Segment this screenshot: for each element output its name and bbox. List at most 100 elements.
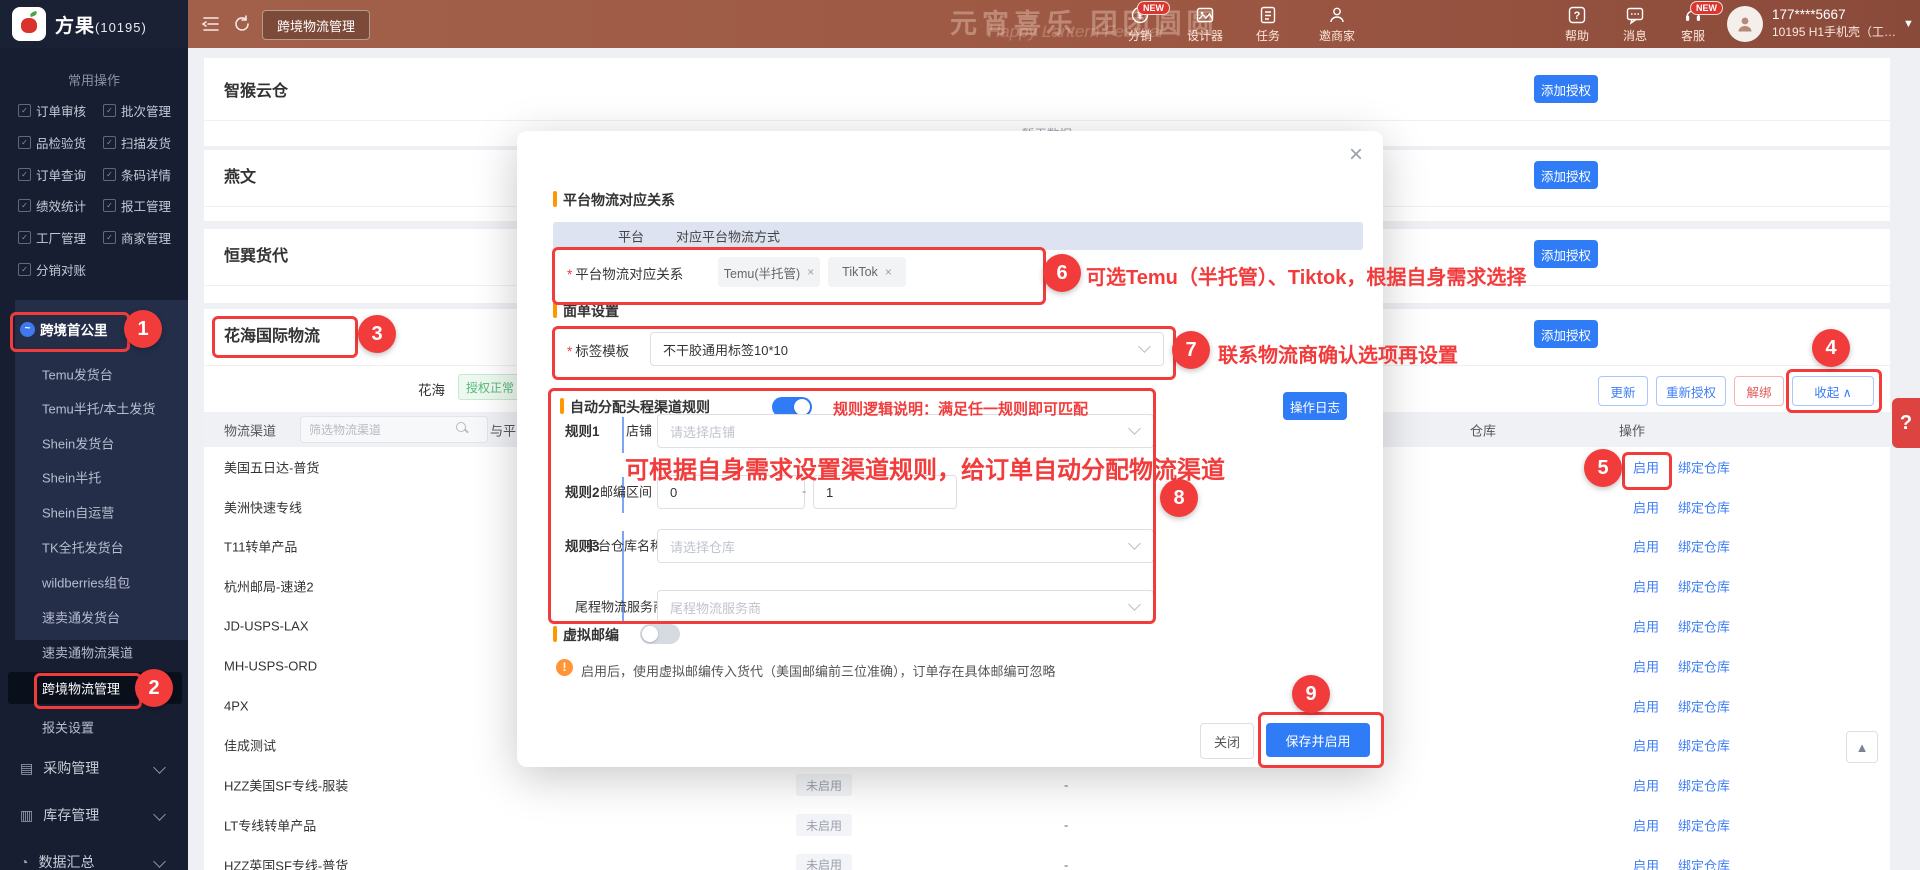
sidebar-item-速卖通发货台[interactable]: 速卖通发货台 xyxy=(42,608,120,627)
quick-op-扫描发货[interactable]: ✓ 扫描发货 xyxy=(103,133,171,152)
bind-warehouse-link[interactable]: 绑定仓库 xyxy=(1678,537,1730,556)
help-tab[interactable]: ? xyxy=(1892,398,1920,448)
col-warehouse: 仓库 xyxy=(1470,423,1497,438)
image-icon xyxy=(1177,5,1233,25)
enable-link[interactable]: 启用 xyxy=(1633,656,1659,675)
sidebar-item-Temu发货台[interactable]: Temu发货台 xyxy=(42,365,113,384)
bind-warehouse-link[interactable]: 绑定仓库 xyxy=(1678,816,1730,835)
account-button-重新授权[interactable]: 重新授权 xyxy=(1656,376,1726,406)
quick-op-绩效统计[interactable]: ✓ 绩效统计 xyxy=(18,196,86,215)
add-auth-button[interactable]: 添加授权 xyxy=(1534,75,1598,103)
enable-link[interactable]: 启用 xyxy=(1633,497,1659,516)
user-menu-caret-icon[interactable]: ▼ xyxy=(1903,18,1914,30)
shop-select[interactable]: 请选择店铺 xyxy=(657,414,1154,448)
quick-op-订单审核[interactable]: ✓ 订单审核 xyxy=(18,101,86,120)
account-button-收起[interactable]: 收起 ∧ xyxy=(1792,376,1874,406)
sidebar-item-wildberries组包[interactable]: wildberries组包 xyxy=(42,573,130,592)
tag-remove-icon[interactable]: × xyxy=(807,265,814,279)
quick-op-分销对账[interactable]: ✓ 分销对账 xyxy=(18,260,86,279)
rule1-label: 规则1 xyxy=(565,424,600,439)
sidebar-group-数据汇总[interactable]: ◔ 数据汇总 xyxy=(0,845,188,870)
nav-item-label: 帮助 xyxy=(1564,29,1589,43)
required-star: * xyxy=(567,267,573,282)
bind-warehouse-link[interactable]: 绑定仓库 xyxy=(1678,776,1730,795)
nav-item-分销[interactable]: ¥ 分销 NEW xyxy=(1112,1,1170,44)
bind-warehouse-link[interactable]: 绑定仓库 xyxy=(1678,497,1730,516)
warehouse-select[interactable]: 请选择仓库 xyxy=(657,529,1154,563)
sidebar-group-库存管理[interactable]: ▥ 库存管理 xyxy=(0,798,188,832)
enable-link[interactable]: 启用 xyxy=(1633,617,1659,636)
bind-warehouse-link[interactable]: 绑定仓库 xyxy=(1678,736,1730,755)
bind-warehouse-link[interactable]: 绑定仓库 xyxy=(1678,577,1730,596)
bind-warehouse-link[interactable]: 绑定仓库 xyxy=(1678,617,1730,636)
account-button-解绑[interactable]: 解绑 xyxy=(1734,376,1784,406)
enable-link[interactable]: 启用 xyxy=(1633,696,1659,715)
sidebar-item-报关设置[interactable]: 报关设置 xyxy=(42,718,94,737)
sidebar-item-Shein发货台[interactable]: Shein发货台 xyxy=(42,434,114,453)
tag-temu[interactable]: Temu(半托管) × xyxy=(718,257,820,287)
nav-item-邀商家[interactable]: 邀商家 xyxy=(1309,5,1365,44)
modal-close-icon[interactable]: × xyxy=(1349,141,1363,169)
quick-op-条码详情[interactable]: ✓ 条码详情 xyxy=(103,165,171,184)
enable-link[interactable]: 启用 xyxy=(1633,855,1659,870)
quick-op-工厂管理[interactable]: ✓ 工厂管理 xyxy=(18,228,86,247)
col-action: 操作 xyxy=(1619,423,1646,438)
platform-mapping-label-text: 平台物流对应关系 xyxy=(575,267,684,282)
modal-close-button[interactable]: 关闭 xyxy=(1200,723,1254,759)
top-bar: 元宵喜乐 团团圆圆 Happy Lantern Festival 方果(1019… xyxy=(0,0,1920,48)
nav-item-客服[interactable]: 客服 NEW xyxy=(1665,1,1723,44)
rule2-label: 规则2 xyxy=(565,485,600,500)
nav-item-设计器[interactable]: 设计器 xyxy=(1177,5,1233,44)
col-channel: 物流渠道 xyxy=(224,423,277,438)
quick-op-商家管理[interactable]: ✓ 商家管理 xyxy=(103,228,171,247)
bind-warehouse-link[interactable]: 绑定仓库 xyxy=(1678,656,1730,675)
sidebar-item-Shein自运营[interactable]: Shein自运营 xyxy=(42,503,114,522)
save-and-enable-button[interactable]: 保存并启用 xyxy=(1266,723,1370,757)
add-auth-label: 添加授权 xyxy=(1540,328,1591,343)
nav-item-任务[interactable]: 任务 xyxy=(1240,5,1296,44)
account-button-更新[interactable]: 更新 xyxy=(1598,376,1648,406)
rule1-field-label: 店铺 xyxy=(626,423,653,439)
refresh-icon[interactable] xyxy=(231,13,253,35)
collapse-sidebar-icon[interactable] xyxy=(200,13,222,35)
add-auth-button[interactable]: 添加授权 xyxy=(1534,161,1598,189)
tag-remove-icon[interactable]: × xyxy=(885,265,892,279)
enable-link[interactable]: 启用 xyxy=(1633,736,1659,755)
add-auth-button[interactable]: 添加授权 xyxy=(1534,320,1598,348)
new-badge: NEW xyxy=(1137,1,1170,15)
bind-warehouse-link[interactable]: 绑定仓库 xyxy=(1678,855,1730,870)
back-to-top-button[interactable]: ▲ xyxy=(1846,731,1878,763)
help-tab-label: ? xyxy=(1899,411,1913,434)
sidebar-item-跨境物流管理[interactable]: 跨境物流管理 xyxy=(42,679,120,698)
last-mile-select[interactable]: 尾程物流服务商 xyxy=(657,590,1154,624)
tag-tiktok[interactable]: TikTok × xyxy=(828,257,906,287)
tab-cross-border-logistics[interactable]: 跨境物流管理 xyxy=(262,10,371,40)
nav-item-帮助[interactable]: ? 帮助 xyxy=(1549,5,1605,44)
operation-log-button[interactable]: 操作日志 xyxy=(1283,392,1347,420)
sidebar-item-TK全托发货台[interactable]: TK全托发货台 xyxy=(42,538,124,557)
virtual-zip-toggle[interactable] xyxy=(640,624,680,644)
sidebar-group-first-mile[interactable]: 跨境首公里 xyxy=(40,319,108,339)
user-info[interactable]: 177****5667 10195 H1手机壳（工厂演... xyxy=(1772,6,1900,40)
quick-op-批次管理[interactable]: ✓ 批次管理 xyxy=(103,101,171,120)
sidebar-item-速卖通物流渠道[interactable]: 速卖通物流渠道 xyxy=(42,643,133,662)
bind-warehouse-link[interactable]: 绑定仓库 xyxy=(1678,457,1730,476)
quick-op-品检验货[interactable]: ✓ 品检验货 xyxy=(18,133,86,152)
quick-op-报工管理[interactable]: ✓ 报工管理 xyxy=(103,196,171,215)
enable-link[interactable]: 启用 xyxy=(1633,776,1659,795)
add-auth-button[interactable]: 添加授权 xyxy=(1534,240,1598,268)
sidebar-item-Shein半托[interactable]: Shein半托 xyxy=(42,468,101,487)
enable-link[interactable]: 启用 xyxy=(1633,816,1659,835)
bind-warehouse-link[interactable]: 绑定仓库 xyxy=(1678,696,1730,715)
enable-link[interactable]: 启用 xyxy=(1633,537,1659,556)
enable-link[interactable]: 启用 xyxy=(1633,577,1659,596)
provider-name: 智猴云仓 xyxy=(224,83,289,100)
avatar[interactable] xyxy=(1727,6,1763,42)
sidebar-item-Temu半托/本土发货[interactable]: Temu半托/本土发货 xyxy=(42,399,155,418)
nav-item-消息[interactable]: 消息 xyxy=(1607,5,1663,44)
sidebar-group-采购管理[interactable]: ▤ 采购管理 xyxy=(0,751,188,785)
enable-link[interactable]: 启用 xyxy=(1633,457,1659,476)
quick-op-订单查询[interactable]: ✓ 订单查询 xyxy=(18,165,86,184)
label-template-select[interactable]: 不干胶通用标签10*10 xyxy=(650,332,1164,366)
label-template-label-text: 标签模板 xyxy=(575,344,630,359)
